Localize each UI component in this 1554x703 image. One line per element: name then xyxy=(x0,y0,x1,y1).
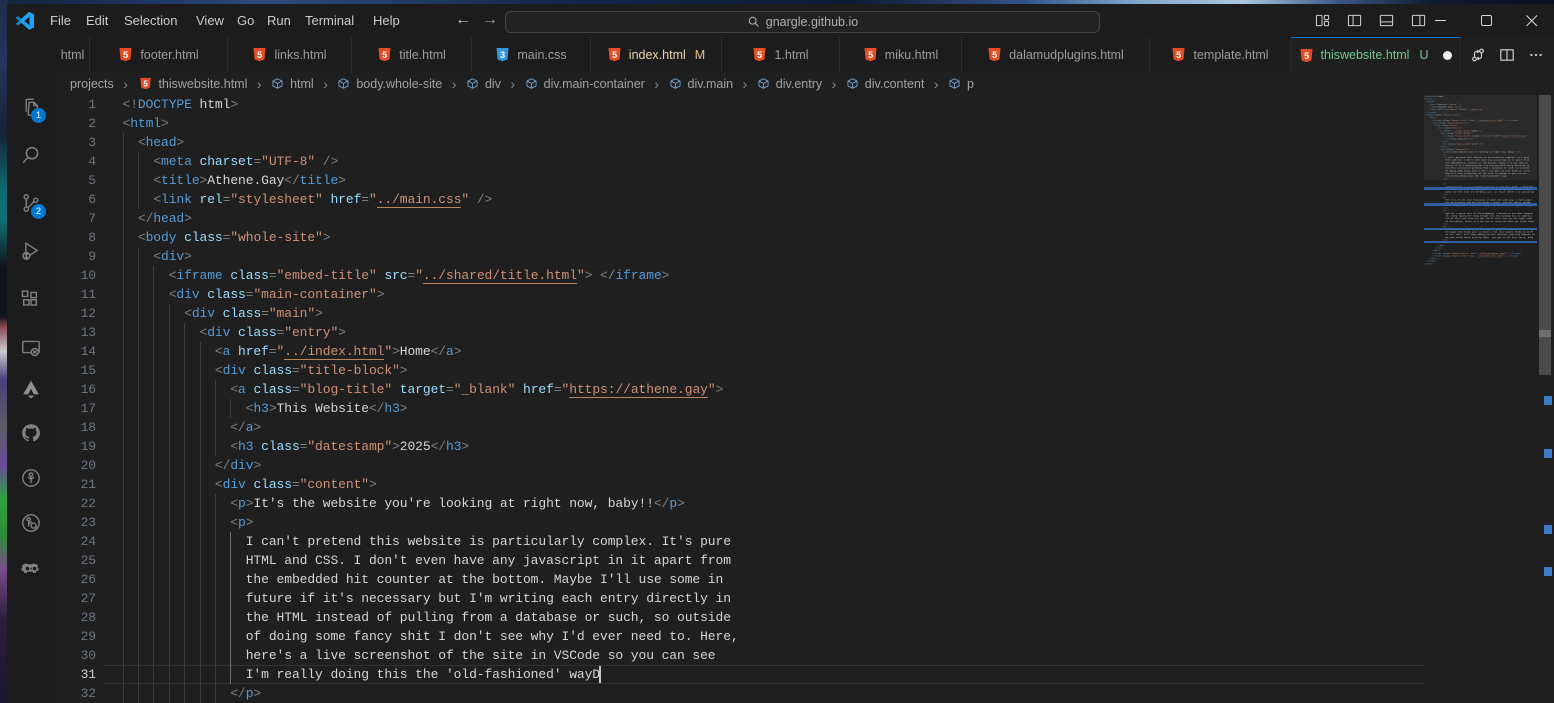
svg-text:5: 5 xyxy=(382,50,387,60)
svg-text:5: 5 xyxy=(868,50,873,60)
svg-text:5: 5 xyxy=(612,50,617,60)
svg-text:3: 3 xyxy=(500,50,505,60)
svg-text:5: 5 xyxy=(123,50,128,60)
svg-text:5: 5 xyxy=(758,50,763,60)
svg-text:5: 5 xyxy=(1177,50,1182,60)
svg-text:5: 5 xyxy=(1304,50,1309,60)
svg-text:5: 5 xyxy=(144,79,149,88)
svg-text:5: 5 xyxy=(992,50,997,60)
svg-text:5: 5 xyxy=(258,50,263,60)
